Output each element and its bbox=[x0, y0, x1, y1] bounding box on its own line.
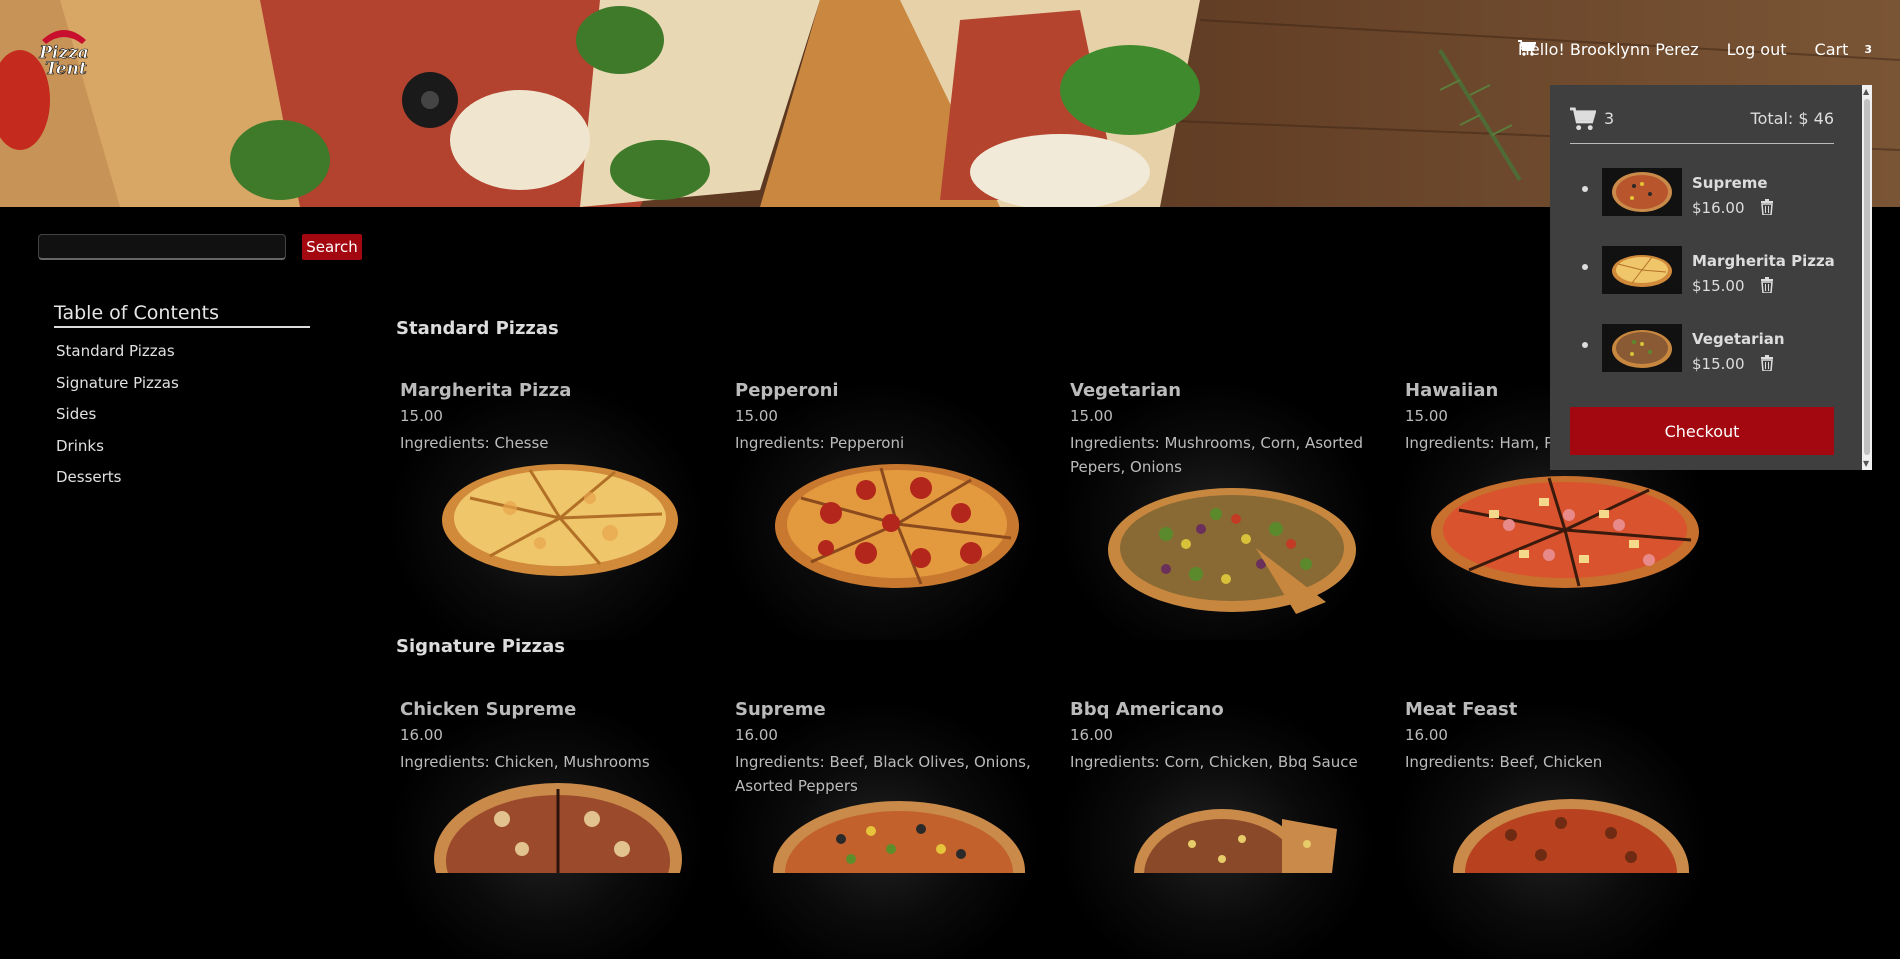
pizza-image bbox=[775, 464, 1019, 588]
cart-quantity: 3 bbox=[1604, 109, 1615, 128]
cart-scrollbar[interactable]: ▲ ▼ bbox=[1862, 85, 1872, 470]
item-name: Margherita Pizza bbox=[400, 380, 572, 401]
item-price: 15.00 bbox=[1405, 407, 1448, 425]
toc-item-sides[interactable]: Sides bbox=[54, 399, 310, 431]
item-name: Pepperoni bbox=[735, 380, 839, 401]
item-price: 15.00 bbox=[735, 407, 778, 425]
cart-item-price: $15.00 bbox=[1692, 355, 1745, 373]
cart-icon bbox=[1570, 107, 1596, 131]
item-ingredients: Ingredients: Chicken, Mushrooms bbox=[400, 753, 650, 771]
trash-icon[interactable] bbox=[1760, 277, 1774, 293]
item-name: Meat Feast bbox=[1405, 699, 1518, 720]
item-name: Vegetarian bbox=[1070, 380, 1182, 401]
cart-dropdown: 3 Total: $ 46 Supreme $16.00 Margherita … bbox=[1550, 85, 1872, 470]
menu-card-meat-feast[interactable]: Meat Feast 16.00 Ingredients: Beef, Chic… bbox=[1391, 699, 1721, 959]
menu-card-supreme[interactable]: Supreme 16.00 Ingredients: Beef, Black O… bbox=[721, 699, 1051, 959]
table-of-contents: Table of Contents Standard Pizzas Signat… bbox=[54, 302, 310, 494]
item-price: 16.00 bbox=[1405, 726, 1448, 744]
item-ingredients: Ingredients: Mushrooms, Corn, Asorted Pe… bbox=[1070, 434, 1364, 476]
cart-link[interactable]: Cart 3 bbox=[1517, 40, 1872, 59]
scroll-up-arrow-icon[interactable]: ▲ bbox=[1863, 87, 1869, 96]
item-ingredients: Ingredients: Chesse bbox=[400, 434, 549, 452]
cart-item-price: $15.00 bbox=[1692, 277, 1745, 295]
pizza-image bbox=[1108, 488, 1356, 614]
section-title-signature: Signature Pizzas bbox=[396, 636, 565, 657]
item-price: 15.00 bbox=[1070, 407, 1113, 425]
item-price: 16.00 bbox=[1070, 726, 1113, 744]
cart-item-name: Margherita Pizza bbox=[1692, 252, 1835, 270]
search-button[interactable]: Search bbox=[302, 234, 362, 260]
cart-item-image bbox=[1602, 168, 1682, 216]
menu-card-vegetarian[interactable]: Vegetarian 15.00 Ingredients: Mushrooms,… bbox=[1056, 380, 1386, 640]
trash-icon[interactable] bbox=[1760, 355, 1774, 371]
pizza-image bbox=[1431, 476, 1699, 588]
toc-item-drinks[interactable]: Drinks bbox=[54, 431, 310, 463]
cart-item-image bbox=[1602, 324, 1682, 372]
section-title-standard: Standard Pizzas bbox=[396, 318, 559, 339]
item-ingredients: Ingredients: Pepperoni bbox=[735, 434, 905, 452]
toc-item-signature-pizzas[interactable]: Signature Pizzas bbox=[54, 368, 310, 400]
checkout-button[interactable]: Checkout bbox=[1570, 407, 1834, 455]
cart-item-name: Vegetarian bbox=[1692, 330, 1785, 348]
toc-item-standard-pizzas[interactable]: Standard Pizzas bbox=[54, 336, 310, 368]
cart-item: Margherita Pizza $15.00 bbox=[1570, 246, 1850, 296]
pizza-image bbox=[773, 801, 1025, 873]
cart-item-price: $16.00 bbox=[1692, 199, 1745, 217]
top-nav: Hello! Brooklynn Perez Log out Cart 3 bbox=[1517, 40, 1872, 59]
item-name: Bbq Americano bbox=[1070, 699, 1224, 720]
item-price: 15.00 bbox=[400, 407, 443, 425]
menu-card-pepperoni[interactable]: Pepperoni 15.00 Ingredients: Pepperoni bbox=[721, 380, 1051, 640]
menu-card-chicken-supreme[interactable]: Chicken Supreme 16.00 Ingredients: Chick… bbox=[386, 699, 716, 959]
item-name: Chicken Supreme bbox=[400, 699, 577, 720]
cart-item: Supreme $16.00 bbox=[1570, 168, 1850, 218]
menu-card-bbq-americano[interactable]: Bbq Americano 16.00 Ingredients: Corn, C… bbox=[1056, 699, 1386, 959]
cart-icon bbox=[1517, 40, 1536, 56]
item-ingredients: Ingredients: Beef, Chicken bbox=[1405, 753, 1603, 771]
item-ingredients: Ingredients: Beef, Black Olives, Onions,… bbox=[735, 753, 1031, 795]
pizza-image bbox=[434, 783, 682, 873]
item-name: Hawaiian bbox=[1405, 380, 1499, 401]
toc-item-desserts[interactable]: Desserts bbox=[54, 462, 310, 494]
cart-summary: 3 Total: $ 46 bbox=[1570, 105, 1834, 144]
cart-item-name: Supreme bbox=[1692, 174, 1768, 192]
pizza-tent-logo[interactable]: Pizza Tent bbox=[32, 22, 96, 80]
toc-title: Table of Contents bbox=[54, 302, 310, 328]
pizza-image bbox=[1453, 799, 1689, 873]
pizza-image bbox=[1134, 809, 1337, 873]
menu-card-margherita[interactable]: Margherita Pizza 15.00 Ingredients: Ches… bbox=[386, 380, 716, 640]
item-price: 16.00 bbox=[400, 726, 443, 744]
trash-icon[interactable] bbox=[1760, 199, 1774, 215]
item-price: 16.00 bbox=[735, 726, 778, 744]
cart-total: Total: $ 46 bbox=[1750, 109, 1834, 128]
search-input[interactable] bbox=[38, 234, 286, 260]
item-ingredients: Ingredients: Corn, Chicken, Bbq Sauce bbox=[1070, 753, 1358, 771]
logout-link[interactable]: Log out bbox=[1727, 40, 1787, 59]
pizza-image bbox=[442, 464, 678, 576]
scrollbar-thumb[interactable] bbox=[1864, 99, 1870, 455]
cart-count-badge: 3 bbox=[1864, 43, 1872, 56]
cart-item-image bbox=[1602, 246, 1682, 294]
cart-item: Vegetarian $15.00 bbox=[1570, 324, 1850, 374]
logo-text-2: Tent bbox=[45, 59, 87, 79]
item-name: Supreme bbox=[735, 699, 826, 720]
user-greeting: Hello! Brooklynn Perez bbox=[1517, 40, 1699, 59]
cart-label: Cart bbox=[1814, 40, 1849, 59]
scroll-down-arrow-icon[interactable]: ▼ bbox=[1863, 459, 1869, 468]
